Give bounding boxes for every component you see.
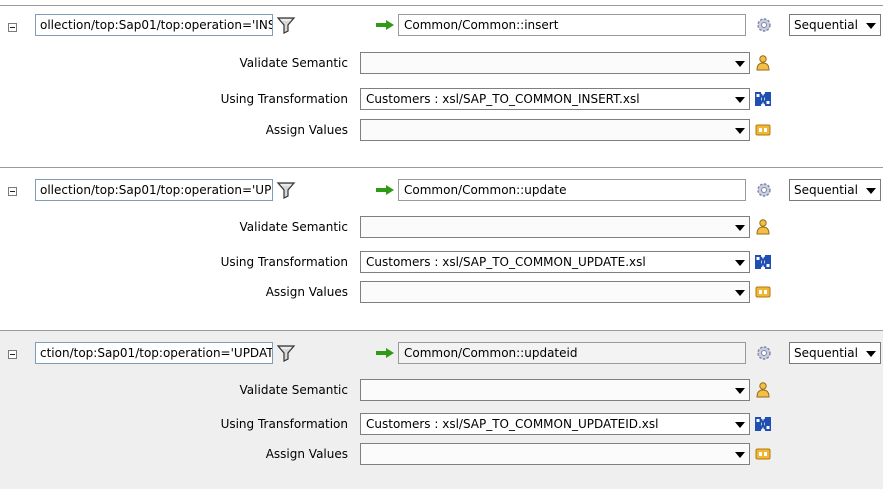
gear-icon[interactable]: [755, 344, 773, 362]
panel-divider: [0, 167, 883, 168]
operation-field[interactable]: Common/Common::update: [398, 179, 746, 201]
assign-values-label: Assign Values: [265, 285, 348, 299]
chevron-down-icon: [735, 422, 745, 428]
filter-icon[interactable]: [276, 343, 296, 363]
using-transformation-label: Using Transformation: [220, 417, 348, 431]
using-transformation-combo[interactable]: Customers : xsl/SAP_TO_COMMON_UPDATE.xsl: [360, 251, 750, 273]
chevron-down-icon: [735, 225, 745, 231]
routing-rule-panel-1: ollection/top:Sap01/top:operation='INSER…: [0, 0, 883, 160]
transformation-map-icon[interactable]: [754, 415, 772, 433]
collapse-icon[interactable]: [8, 187, 17, 196]
validate-semantic-combo[interactable]: [360, 52, 750, 74]
filter-icon[interactable]: [276, 15, 296, 35]
chevron-down-icon: [866, 188, 876, 194]
execution-mode-value: Sequential: [794, 18, 858, 32]
operation-field[interactable]: Common/Common::updateid: [398, 342, 746, 364]
assign-values-label: Assign Values: [265, 123, 348, 137]
xpath-filter-field[interactable]: ction/top:Sap01/top:operation='UPDATEID': [35, 342, 273, 364]
assign-values-icon[interactable]: [754, 445, 772, 463]
operation-field[interactable]: Common/Common::insert: [398, 14, 746, 36]
using-transformation-combo[interactable]: Customers : xsl/SAP_TO_COMMON_INSERT.xsl: [360, 88, 750, 110]
routing-rule-panel-3: ction/top:Sap01/top:operation='UPDATEID'…: [0, 330, 883, 489]
person-icon[interactable]: [754, 218, 772, 236]
collapse-icon[interactable]: [8, 350, 17, 359]
gear-icon[interactable]: [755, 181, 773, 199]
chevron-down-icon: [735, 97, 745, 103]
assign-values-combo[interactable]: [360, 281, 750, 303]
panel-divider: [0, 5, 883, 6]
validate-semantic-label: Validate Semantic: [239, 383, 348, 397]
execution-mode-select[interactable]: Sequential: [789, 14, 881, 36]
green-arrow-icon: [376, 20, 394, 30]
routing-rule-panel-2: ollection/top:Sap01/top:operation='UPDAT…: [0, 167, 883, 325]
chevron-down-icon: [735, 388, 745, 394]
execution-mode-value: Sequential: [794, 183, 858, 197]
xpath-filter-field[interactable]: ollection/top:Sap01/top:operation='INSER…: [35, 14, 273, 36]
using-transformation-label: Using Transformation: [220, 255, 348, 269]
validate-semantic-label: Validate Semantic: [239, 220, 348, 234]
using-transformation-combo[interactable]: Customers : xsl/SAP_TO_COMMON_UPDATEID.x…: [360, 413, 750, 435]
chevron-down-icon: [735, 61, 745, 67]
execution-mode-select[interactable]: Sequential: [789, 342, 881, 364]
gear-icon[interactable]: [755, 16, 773, 34]
chevron-down-icon: [735, 290, 745, 296]
using-transformation-label: Using Transformation: [220, 92, 348, 106]
using-transformation-value: Customers : xsl/SAP_TO_COMMON_UPDATE.xsl: [366, 255, 646, 269]
chevron-down-icon: [866, 351, 876, 357]
chevron-down-icon: [735, 260, 745, 266]
assign-values-label: Assign Values: [265, 447, 348, 461]
validate-semantic-combo[interactable]: [360, 379, 750, 401]
collapse-icon[interactable]: [8, 23, 17, 32]
panel-divider: [0, 330, 883, 331]
transformation-map-icon[interactable]: [754, 90, 772, 108]
person-icon[interactable]: [754, 381, 772, 399]
green-arrow-icon: [376, 348, 394, 358]
execution-mode-select[interactable]: Sequential: [789, 179, 881, 201]
person-icon[interactable]: [754, 54, 772, 72]
filter-icon[interactable]: [276, 180, 296, 200]
assign-values-icon[interactable]: [754, 121, 772, 139]
transformation-map-icon[interactable]: [754, 253, 772, 271]
chevron-down-icon: [866, 23, 876, 29]
validate-semantic-combo[interactable]: [360, 216, 750, 238]
chevron-down-icon: [735, 128, 745, 134]
xpath-filter-field[interactable]: ollection/top:Sap01/top:operation='UPDAT…: [35, 179, 273, 201]
assign-values-combo[interactable]: [360, 119, 750, 141]
assign-values-combo[interactable]: [360, 443, 750, 465]
green-arrow-icon: [376, 185, 394, 195]
using-transformation-value: Customers : xsl/SAP_TO_COMMON_INSERT.xsl: [366, 92, 640, 106]
using-transformation-value: Customers : xsl/SAP_TO_COMMON_UPDATEID.x…: [366, 417, 659, 431]
execution-mode-value: Sequential: [794, 346, 858, 360]
chevron-down-icon: [735, 452, 745, 458]
assign-values-icon[interactable]: [754, 283, 772, 301]
validate-semantic-label: Validate Semantic: [239, 56, 348, 70]
